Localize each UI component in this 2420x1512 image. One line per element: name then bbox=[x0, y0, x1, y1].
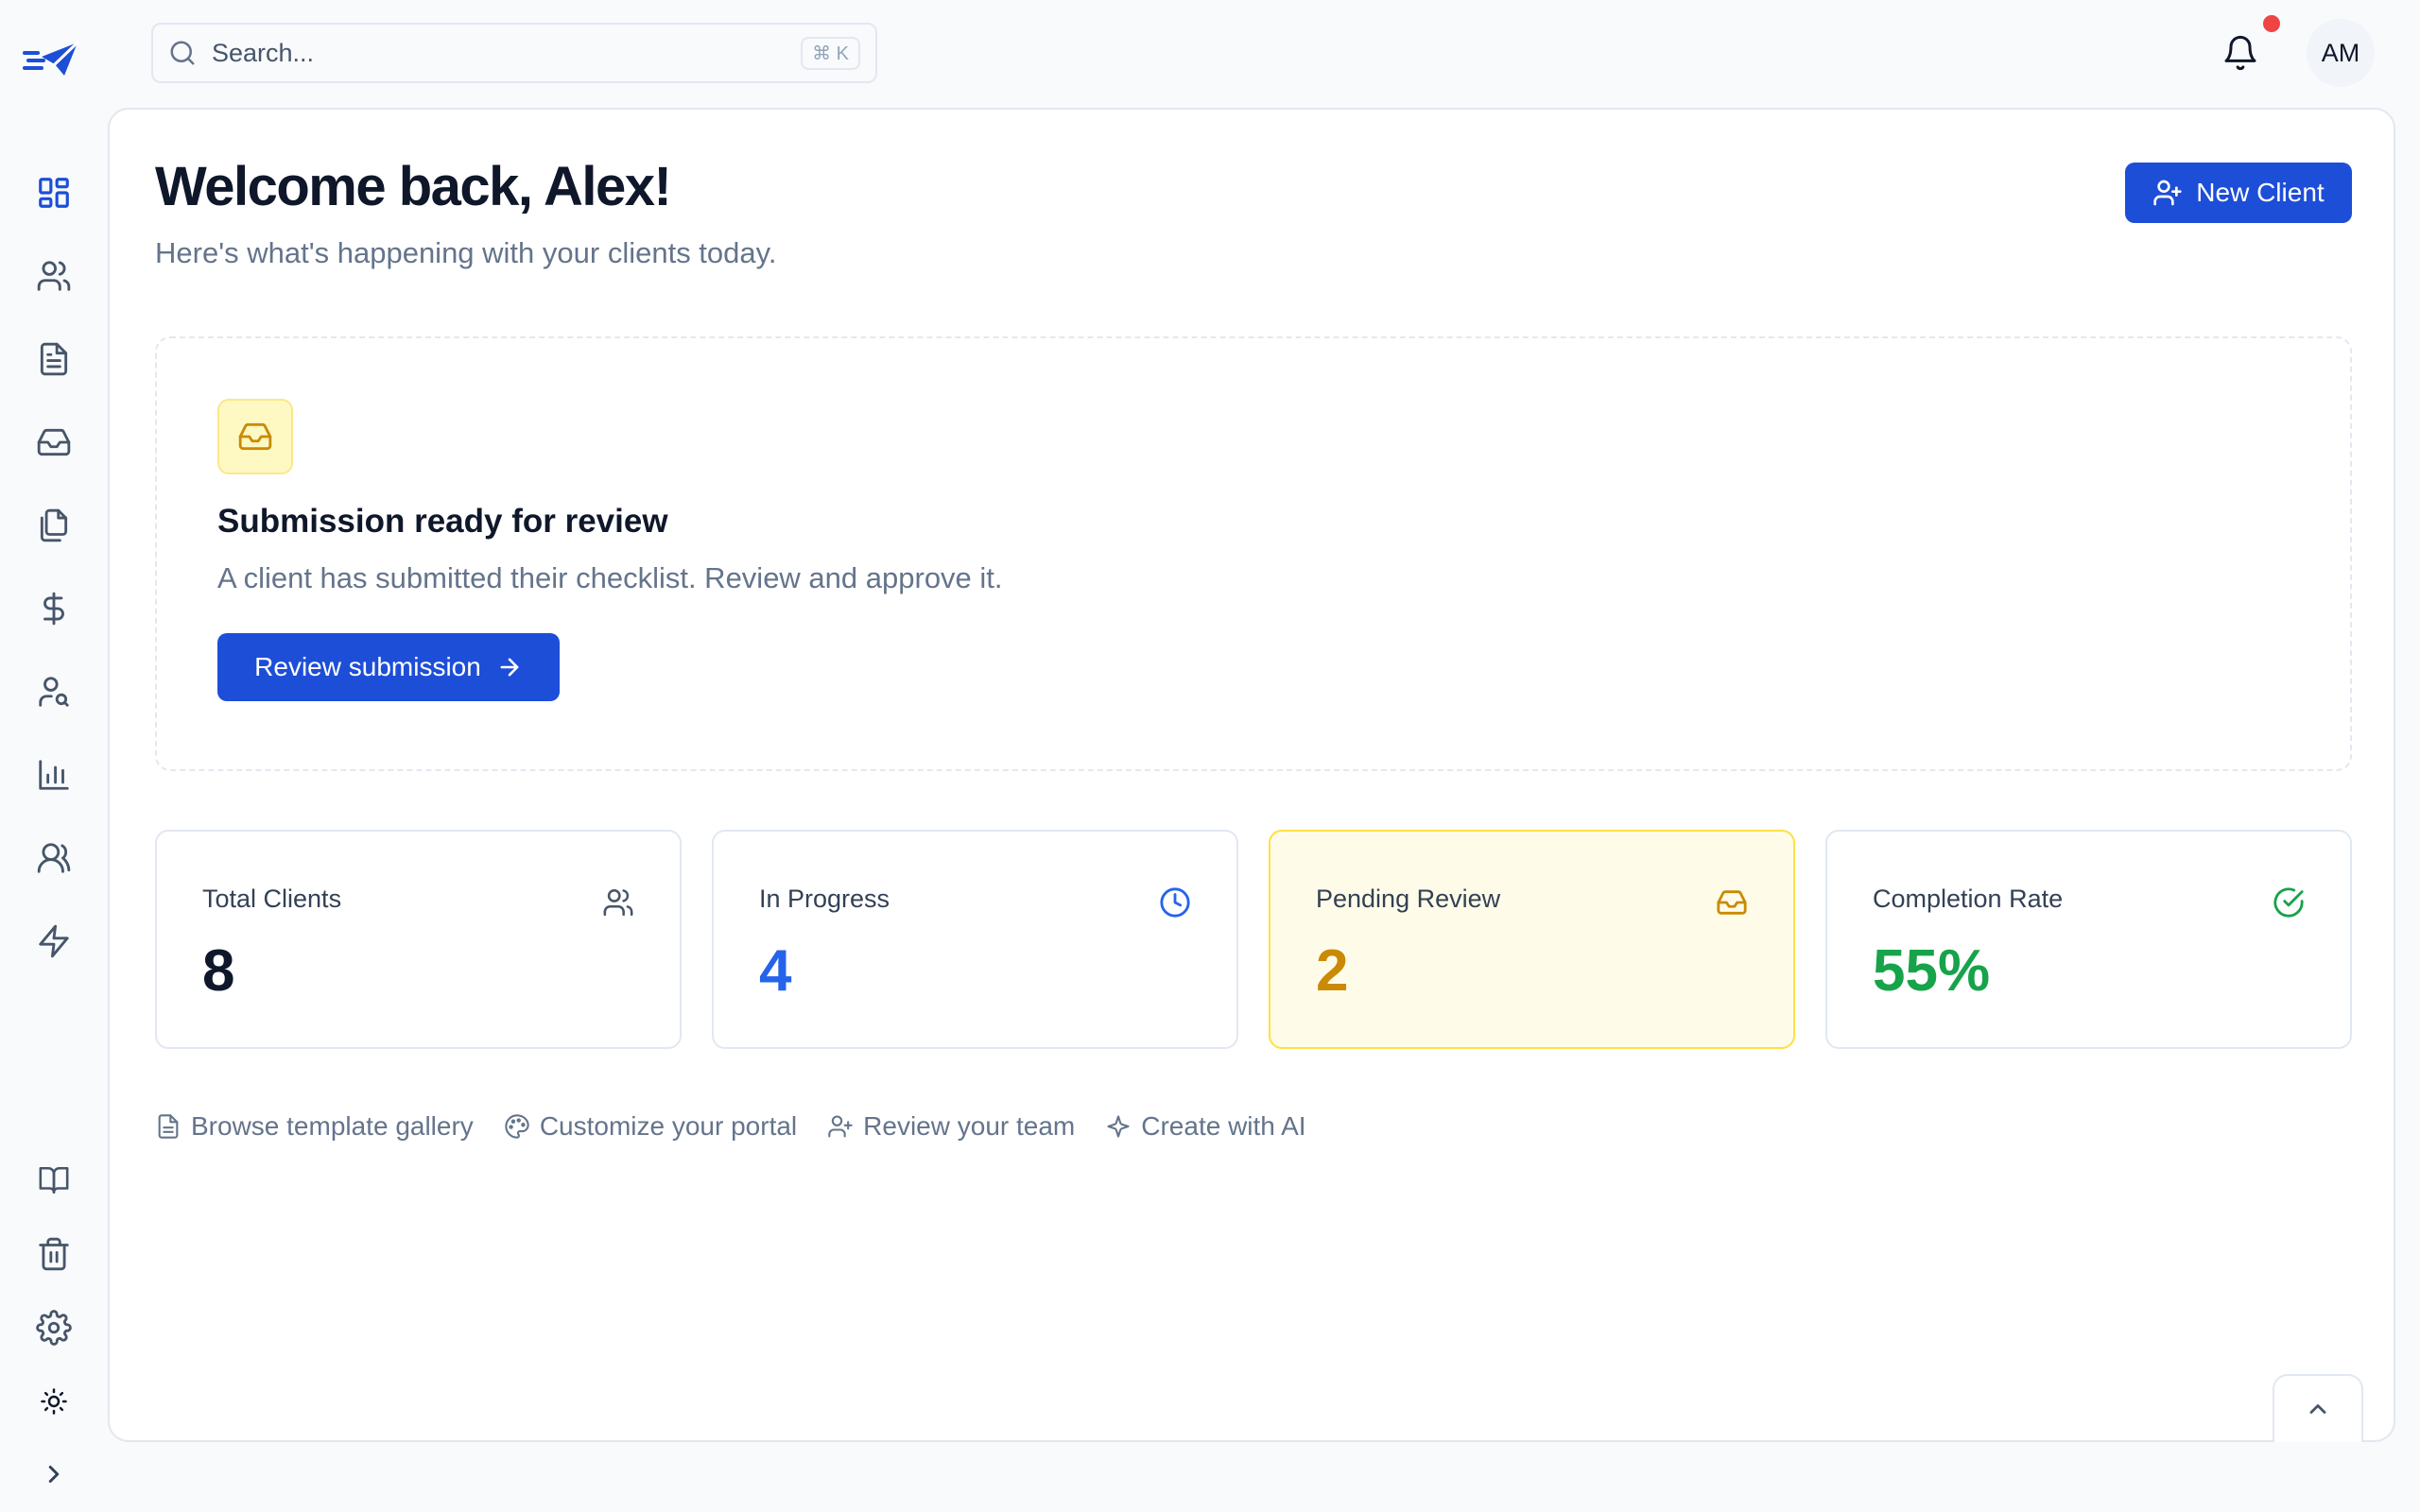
review-icon-box bbox=[217, 399, 293, 474]
quick-link-label: Customize your portal bbox=[539, 1111, 798, 1141]
bar-chart-icon bbox=[39, 760, 69, 790]
stat-label: Total Clients bbox=[202, 885, 342, 913]
quick-link-customize-portal[interactable]: Customize your portal bbox=[504, 1111, 797, 1142]
review-submission-card: Submission ready for review A client has… bbox=[155, 336, 2352, 771]
check-circle-icon bbox=[2273, 886, 2305, 919]
document-icon bbox=[40, 342, 68, 376]
sidebar-item-documents[interactable] bbox=[0, 318, 108, 401]
sidebar-item-automations[interactable] bbox=[0, 900, 108, 983]
inbox-icon bbox=[37, 428, 71, 456]
sun-theme-icon bbox=[41, 1388, 67, 1415]
search-input[interactable] bbox=[212, 38, 802, 68]
search-bar[interactable]: ⌘ K bbox=[151, 23, 877, 83]
sidebar-item-billing[interactable] bbox=[0, 567, 108, 650]
stat-label: Pending Review bbox=[1316, 885, 1501, 913]
search-icon bbox=[170, 41, 195, 65]
review-submission-label: Review submission bbox=[254, 652, 481, 681]
stat-card-pending-review[interactable]: Pending Review 2 bbox=[1269, 830, 1795, 1049]
paper-plane-fast-icon[interactable] bbox=[23, 40, 81, 79]
sidebar-nav bbox=[0, 151, 108, 983]
notification-dot bbox=[2263, 15, 2280, 32]
copy-files-icon bbox=[40, 508, 68, 542]
sidebar-item-files[interactable] bbox=[0, 484, 108, 567]
stat-label: In Progress bbox=[759, 885, 890, 913]
stat-value: 2 bbox=[1316, 938, 1349, 1004]
sidebar-item-docs[interactable] bbox=[0, 1143, 108, 1217]
review-submission-button[interactable]: Review submission bbox=[217, 633, 560, 701]
inbox-icon bbox=[238, 422, 272, 451]
sidebar-item-inbox[interactable] bbox=[0, 401, 108, 484]
main-panel: Welcome back, Alex! Here's what's happen… bbox=[108, 108, 2395, 1442]
sidebar-expand-button[interactable] bbox=[35, 1455, 73, 1493]
stat-value: 4 bbox=[759, 938, 792, 1004]
notifications-button[interactable] bbox=[2218, 30, 2263, 76]
dashboard-icon bbox=[39, 178, 69, 208]
lightning-icon bbox=[39, 924, 69, 958]
quick-link-review-team[interactable]: Review your team bbox=[827, 1111, 1075, 1142]
user-plus-icon bbox=[828, 1115, 853, 1138]
quick-link-label: Create with AI bbox=[1141, 1111, 1306, 1141]
settings-gear-icon bbox=[36, 1310, 72, 1346]
sidebar-item-settings[interactable] bbox=[0, 1291, 108, 1365]
stat-card-total-clients[interactable]: Total Clients 8 bbox=[155, 830, 682, 1049]
stats-row: Total Clients 8 In Progress 4 Pending Re… bbox=[155, 830, 2352, 1049]
sidebar-item-trash[interactable] bbox=[0, 1217, 108, 1291]
theme-toggle[interactable] bbox=[0, 1365, 108, 1438]
new-client-button[interactable]: New Client bbox=[2125, 163, 2352, 223]
quick-links: Browse template gallery Customize your p… bbox=[155, 1111, 1306, 1142]
sparkles-icon bbox=[1107, 1115, 1130, 1138]
review-card-title: Submission ready for review bbox=[217, 503, 668, 540]
sidebar-item-reports[interactable] bbox=[0, 733, 108, 816]
inbox-icon bbox=[1716, 886, 1748, 919]
dollar-icon bbox=[43, 592, 64, 626]
stat-value: 55% bbox=[1873, 938, 1991, 1004]
stat-value: 8 bbox=[202, 938, 235, 1004]
sidebar-item-team[interactable] bbox=[0, 816, 108, 900]
team-icon bbox=[37, 843, 71, 873]
document-icon bbox=[158, 1114, 179, 1139]
quick-link-template-gallery[interactable]: Browse template gallery bbox=[155, 1111, 474, 1142]
page-subtitle: Here's what's happening with your client… bbox=[155, 236, 777, 269]
user-search-icon bbox=[39, 677, 69, 707]
clock-icon bbox=[1159, 886, 1191, 919]
stat-label: Completion Rate bbox=[1873, 885, 2064, 913]
chevron-up-icon bbox=[2309, 1404, 2326, 1414]
search-shortcut-badge: ⌘ K bbox=[801, 36, 860, 70]
app-root: ⌘ K AM Welcome back, Alex! Here's what's… bbox=[0, 0, 2420, 1512]
users-icon bbox=[602, 886, 634, 919]
quick-link-label: Browse template gallery bbox=[191, 1111, 474, 1141]
user-plus-icon bbox=[2153, 180, 2182, 206]
review-card-description: A client has submitted their checklist. … bbox=[217, 561, 1003, 594]
bell-icon bbox=[2224, 35, 2256, 71]
sidebar-bottom-nav bbox=[0, 1143, 108, 1438]
new-client-label: New Client bbox=[2196, 178, 2325, 207]
stat-card-in-progress[interactable]: In Progress 4 bbox=[712, 830, 1238, 1049]
quick-link-label: Review your team bbox=[863, 1111, 1076, 1141]
arrow-right-icon bbox=[500, 658, 519, 677]
sidebar-item-user-search[interactable] bbox=[0, 650, 108, 733]
stat-card-completion-rate[interactable]: Completion Rate 55% bbox=[1825, 830, 2352, 1049]
quick-link-create-with-ai[interactable]: Create with AI bbox=[1105, 1111, 1306, 1142]
user-avatar[interactable]: AM bbox=[2307, 19, 2375, 87]
users-icon bbox=[37, 261, 71, 291]
palette-icon bbox=[505, 1114, 529, 1139]
sidebar bbox=[0, 0, 108, 1512]
sidebar-item-clients[interactable] bbox=[0, 234, 108, 318]
trash-icon bbox=[39, 1237, 69, 1271]
scroll-to-top-button[interactable] bbox=[2273, 1374, 2363, 1442]
chevron-right-icon bbox=[48, 1466, 60, 1483]
page-title: Welcome back, Alex! bbox=[155, 156, 672, 217]
sidebar-item-dashboard[interactable] bbox=[0, 151, 108, 234]
book-icon bbox=[39, 1166, 69, 1194]
